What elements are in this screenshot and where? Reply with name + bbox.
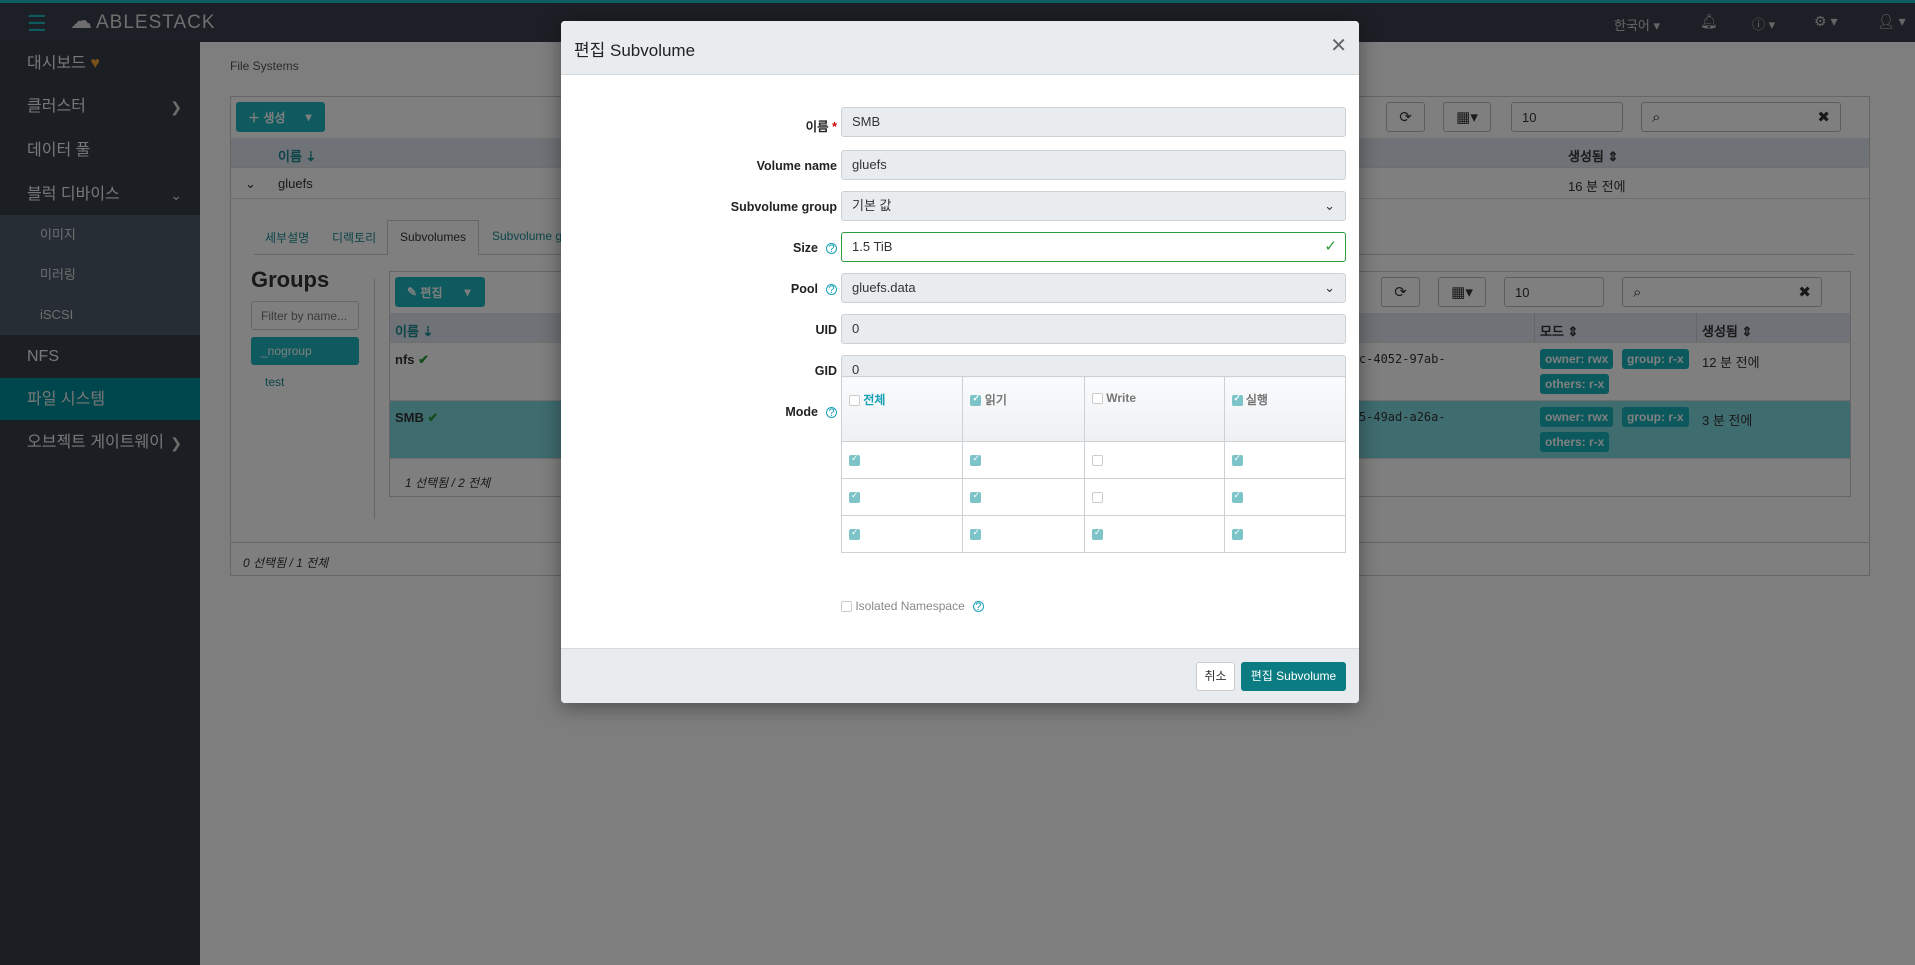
cancel-button[interactable]: 취소 xyxy=(1196,662,1235,691)
mode-cell xyxy=(840,441,964,479)
header-label: 실행 xyxy=(1245,393,1268,407)
chevron-down-icon: ⌄ xyxy=(1324,280,1335,295)
pool-select[interactable]: gluefs.data ⌄ xyxy=(841,273,1346,303)
checkbox[interactable] xyxy=(1091,393,1103,405)
input-value: 1.5 TiB xyxy=(852,239,893,254)
subvolume-group-label: Subvolume group xyxy=(730,200,837,214)
checkbox[interactable] xyxy=(841,601,852,613)
help-icon[interactable]: ? xyxy=(826,284,837,296)
help-icon[interactable]: ? xyxy=(826,407,837,419)
mode-cell xyxy=(1223,478,1347,516)
mode-row xyxy=(840,441,1347,479)
name-label: 이름 * xyxy=(637,116,837,135)
uid-label: UID xyxy=(815,323,837,337)
select-value: gluefs.data xyxy=(852,280,916,295)
checkbox[interactable] xyxy=(1231,527,1243,541)
mode-header-read[interactable]: 읽기 xyxy=(962,376,1085,442)
checkbox[interactable] xyxy=(849,453,860,467)
checkbox[interactable] xyxy=(849,395,860,407)
mode-header-all[interactable]: 전체 xyxy=(840,376,964,442)
required-asterisk: * xyxy=(832,120,837,134)
modal-footer: 취소 편집 Subvolume xyxy=(561,648,1359,703)
mode-cell xyxy=(1083,515,1225,553)
isolated-namespace-checkbox[interactable]: Isolated Namespace? xyxy=(841,599,984,613)
label-text: Mode xyxy=(785,405,818,419)
submit-button[interactable]: 편집 Subvolume xyxy=(1241,662,1346,691)
checkbox[interactable] xyxy=(970,527,982,541)
size-input[interactable]: 1.5 TiB ✓ xyxy=(841,232,1346,262)
mode-header-write[interactable]: Write xyxy=(1083,376,1225,442)
subvolume-group-select[interactable]: 기본 값 ⌄ xyxy=(841,191,1346,221)
checkbox[interactable] xyxy=(1231,453,1243,467)
mode-matrix: 전체 읽기 Write 실행 xyxy=(840,376,1347,553)
checkbox[interactable] xyxy=(1091,527,1103,541)
mode-header-execute[interactable]: 실행 xyxy=(1223,376,1347,442)
checkbox[interactable] xyxy=(1091,455,1103,467)
mode-cell xyxy=(1223,515,1347,553)
modal-title: 편집 Subvolume xyxy=(574,41,696,60)
gid-label: GID xyxy=(814,364,837,378)
checkbox[interactable] xyxy=(1231,393,1243,407)
mode-cell xyxy=(840,515,964,553)
mode-cell xyxy=(1223,441,1347,479)
checkbox[interactable] xyxy=(970,453,982,467)
mode-cell xyxy=(962,441,1085,479)
checkbox[interactable] xyxy=(1091,492,1103,504)
uid-input[interactable]: 0 xyxy=(841,314,1346,344)
header-label: 읽기 xyxy=(984,393,1007,407)
select-value: 기본 값 xyxy=(852,198,892,213)
volume-name-label: Volume name xyxy=(756,159,837,173)
checkbox[interactable] xyxy=(1231,490,1243,504)
valid-check-icon: ✓ xyxy=(1324,238,1337,255)
name-input[interactable]: SMB xyxy=(841,107,1346,137)
checkbox[interactable] xyxy=(849,490,860,504)
label-text: 이름 xyxy=(805,120,829,134)
checkbox[interactable] xyxy=(970,393,982,407)
mode-row xyxy=(840,478,1347,516)
mode-cell xyxy=(962,515,1085,553)
checkbox[interactable] xyxy=(849,527,860,541)
isolated-namespace-label: Isolated Namespace xyxy=(855,599,965,613)
mode-cell xyxy=(840,478,964,516)
chevron-down-icon: ⌄ xyxy=(1324,198,1335,213)
mode-row xyxy=(840,515,1347,553)
mode-label: Mode? xyxy=(637,405,837,419)
mode-cell xyxy=(1083,441,1225,479)
mode-cell xyxy=(962,478,1085,516)
header-label: Write xyxy=(1106,391,1137,405)
size-label: Size? xyxy=(637,241,837,255)
mode-header-row: 전체 읽기 Write 실행 xyxy=(840,376,1347,442)
checkbox[interactable] xyxy=(970,490,982,504)
label-text: Pool xyxy=(790,282,818,296)
modal-header: 편집 Subvolume ✕ xyxy=(561,21,1359,75)
mode-cell xyxy=(1083,478,1225,516)
close-icon[interactable]: ✕ xyxy=(1330,33,1347,58)
volume-name-input[interactable]: gluefs xyxy=(841,150,1346,180)
label-text: Size xyxy=(792,241,818,255)
edit-subvolume-modal: 편집 Subvolume ✕ 이름 * SMB Volume name glue… xyxy=(561,21,1359,703)
help-icon[interactable]: ? xyxy=(826,243,837,255)
header-label: 전체 xyxy=(863,393,886,407)
pool-label: Pool? xyxy=(637,282,837,296)
help-icon[interactable]: ? xyxy=(972,601,984,613)
